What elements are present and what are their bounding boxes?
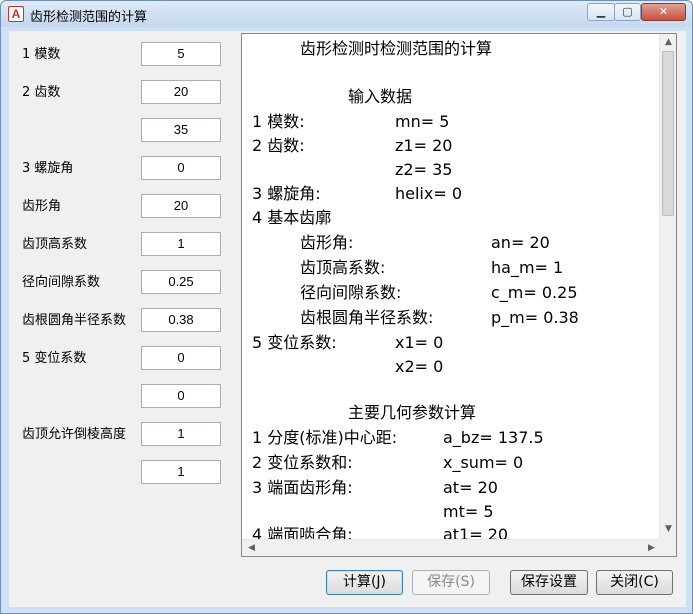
calculate-button[interactable]: 计算(J): [326, 570, 403, 595]
shift-row-value: x1= 0: [395, 333, 444, 352]
dialog-window: A 齿形检测范围的计算 ▁ ▢ ✕ 1 模数 5 2 齿数 20 35 3 螺旋…: [0, 0, 693, 614]
chamfer-height-1-input[interactable]: 1: [141, 422, 221, 446]
geometry-row-label: 1 分度(标准)中心距:: [252, 428, 398, 447]
profile-angle-input[interactable]: 20: [141, 194, 221, 218]
result-row-label: 3 螺旋角:: [252, 184, 321, 203]
param-label-addendum: 齿顶高系数: [22, 237, 88, 252]
vertical-scrollbar[interactable]: ▲ ▼: [659, 34, 676, 539]
clearance-coefficient-input[interactable]: 0.25: [141, 270, 221, 294]
param-label-root-radius: 齿根圆角半径系数: [22, 313, 127, 328]
save-settings-button[interactable]: 保存设置: [510, 570, 588, 595]
geometry-row-label: 4 端面啮合角:: [252, 525, 353, 539]
geometry-row-value: at= 20: [443, 478, 498, 497]
result-row-value: helix= 0: [395, 184, 463, 203]
minimize-button[interactable]: ▁: [587, 3, 615, 21]
horizontal-scrollbar[interactable]: ◀ ▶: [242, 539, 661, 556]
scroll-left-arrow-icon[interactable]: ◀: [243, 543, 260, 553]
profile-row-label: 齿顶高系数:: [300, 258, 386, 277]
geometry-row-label: 3 端面齿形角:: [252, 478, 353, 497]
profile-row-value: ha_m= 1: [491, 258, 564, 277]
result-content: 齿形检测时检测范围的计算 输入数据 1 模数: mn= 5 2 齿数: z1= …: [242, 34, 661, 539]
root-radius-coefficient-input[interactable]: 0.38: [141, 308, 221, 332]
app-icon: A: [8, 6, 24, 22]
param-label-helix: 3 螺旋角: [22, 161, 74, 176]
geometry-row-label: 2 变位系数和:: [252, 453, 353, 472]
input-section-header: 输入数据: [348, 87, 413, 106]
param-label-clearance: 径向间隙系数: [22, 275, 101, 290]
result-row-value: z1= 20: [395, 136, 453, 155]
scrollbar-corner: [659, 539, 676, 556]
close-window-button[interactable]: ✕: [641, 3, 686, 21]
profile-row-label: 齿根圆角半径系数:: [300, 308, 434, 327]
teeth-z1-input[interactable]: 20: [141, 80, 221, 104]
result-row-label: 4 基本齿廓: [252, 208, 332, 227]
geometry-row-value: a_bz= 137.5: [443, 428, 544, 447]
shift-x1-input[interactable]: 0: [141, 346, 221, 370]
result-row-label: 1 模数:: [252, 112, 305, 131]
geometry-row-value: mt= 5: [443, 502, 494, 521]
title-bar[interactable]: A 齿形检测范围的计算 ▁ ▢ ✕: [1, 1, 692, 27]
shift-row-value: x2= 0: [395, 357, 444, 376]
param-label-module: 1 模数: [22, 47, 61, 62]
chamfer-height-2-input[interactable]: 1: [141, 460, 221, 484]
param-label-teeth: 2 齿数: [22, 85, 61, 100]
geometry-section-header: 主要几何参数计算: [348, 403, 477, 422]
param-label-profile-angle: 齿形角: [22, 199, 62, 214]
shift-x2-input[interactable]: 0: [141, 384, 221, 408]
save-button[interactable]: 保存(S): [412, 570, 490, 595]
profile-row-label: 径向间隙系数:: [300, 283, 402, 302]
teeth-z2-input[interactable]: 35: [141, 118, 221, 142]
maximize-button[interactable]: ▢: [614, 3, 641, 21]
profile-row-value: p_m= 0.38: [491, 308, 579, 327]
result-row-label: 2 齿数:: [252, 136, 305, 155]
dialog-client-area: 1 模数 5 2 齿数 20 35 3 螺旋角 0 齿形角 20 齿顶高系数 1…: [9, 31, 686, 607]
scroll-up-arrow-icon[interactable]: ▲: [660, 37, 676, 47]
result-row-value: mn= 5: [395, 112, 450, 131]
profile-row-value: an= 20: [491, 233, 550, 252]
helix-angle-input[interactable]: 0: [141, 156, 221, 180]
result-textarea[interactable]: 齿形检测时检测范围的计算 输入数据 1 模数: mn= 5 2 齿数: z1= …: [241, 33, 677, 557]
scroll-right-arrow-icon[interactable]: ▶: [643, 543, 660, 553]
window-title: 齿形检测范围的计算: [30, 10, 148, 25]
vertical-scroll-thumb[interactable]: [662, 51, 674, 216]
shift-row-label: 5 变位系数:: [252, 333, 337, 352]
geometry-row-value: x_sum= 0: [443, 453, 524, 472]
module-input[interactable]: 5: [141, 42, 221, 66]
result-title: 齿形检测时检测范围的计算: [300, 39, 493, 58]
result-row-value: z2= 35: [395, 160, 453, 179]
geometry-row-value: at1= 20: [443, 525, 509, 539]
close-button[interactable]: 关闭(C): [596, 570, 673, 595]
addendum-coefficient-input[interactable]: 1: [141, 232, 221, 256]
scroll-down-arrow-icon[interactable]: ▼: [660, 524, 676, 534]
param-label-chamfer: 齿顶允许倒棱高度: [22, 427, 127, 442]
profile-row-label: 齿形角:: [300, 233, 354, 252]
param-label-shift: 5 变位系数: [22, 351, 87, 366]
profile-row-value: c_m= 0.25: [491, 283, 578, 302]
